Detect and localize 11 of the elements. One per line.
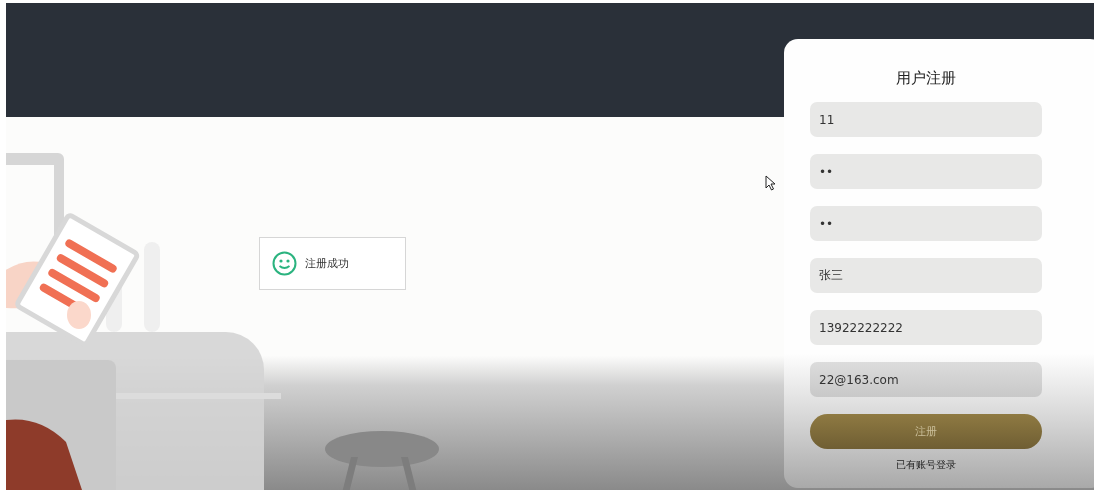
smiley-icon bbox=[272, 251, 297, 276]
pointer-icon bbox=[765, 175, 776, 191]
form-title: 用户注册 bbox=[896, 69, 956, 88]
login-link[interactable]: 已有账号登录 bbox=[896, 458, 956, 472]
input-field[interactable]: 11 bbox=[810, 102, 1042, 137]
input-field[interactable]: •• bbox=[810, 154, 1042, 189]
input-field[interactable]: •• bbox=[810, 206, 1042, 241]
input-field[interactable]: 22@163.com bbox=[810, 362, 1042, 397]
toast-message: 注册成功 bbox=[305, 256, 349, 271]
input-field[interactable]: 13922222222 bbox=[810, 310, 1042, 345]
input-field[interactable]: 张三 bbox=[810, 258, 1042, 293]
